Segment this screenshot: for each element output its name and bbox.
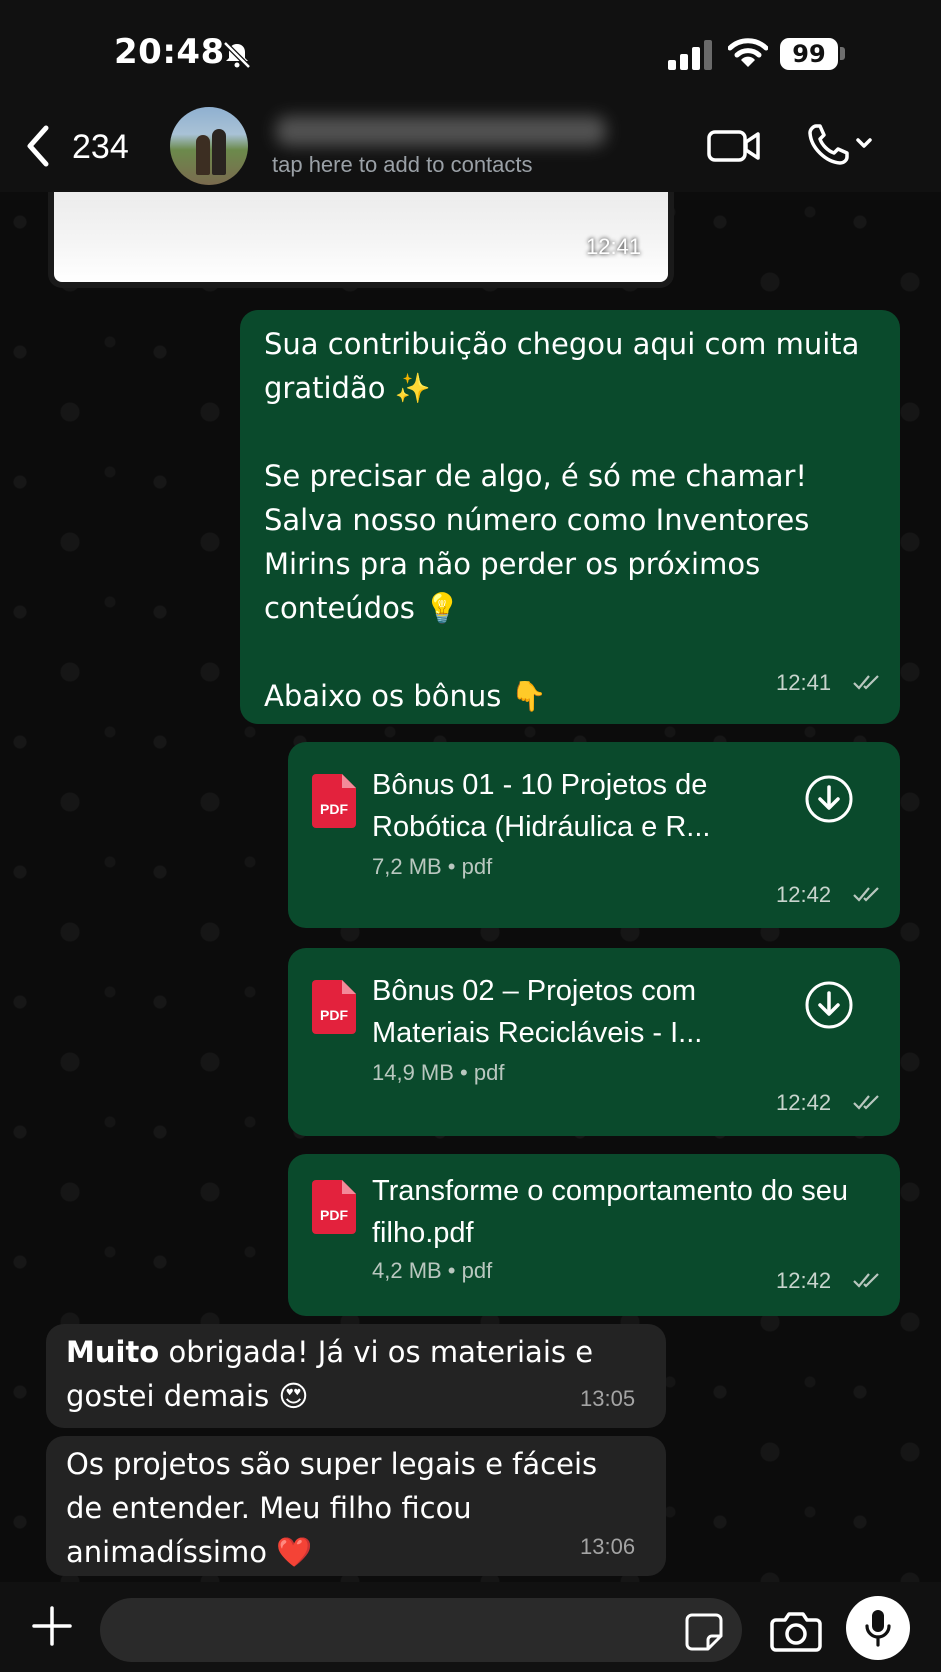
microphone-icon <box>865 1610 891 1647</box>
incoming-message[interactable]: Os projetos são super legais e fáceis de… <box>46 1436 666 1576</box>
read-ticks-icon <box>853 1273 879 1288</box>
cellular-signal-icon <box>668 40 712 70</box>
read-ticks-icon <box>853 887 879 902</box>
unread-count[interactable]: 234 <box>72 128 129 167</box>
document-message[interactable]: PDF Bônus 02 – Projetos com Materiais Re… <box>288 948 900 1136</box>
svg-text:PDF: PDF <box>320 1207 348 1223</box>
plus-icon[interactable] <box>30 1604 74 1648</box>
pdf-file-icon: PDF <box>312 1180 356 1234</box>
message-time: 12:41 <box>776 670 832 695</box>
message-input[interactable] <box>100 1598 742 1662</box>
message-text: Os projetos são super legais e fáceis de… <box>66 1447 598 1569</box>
avatar-figure <box>212 129 226 175</box>
document-meta: 7,2 MB • pdf <box>372 854 493 879</box>
back-chevron-icon[interactable] <box>24 124 52 168</box>
download-icon[interactable] <box>804 774 854 824</box>
contact-subtitle[interactable]: tap here to add to contacts <box>272 152 533 178</box>
message-time: 12:42 <box>776 1268 832 1293</box>
battery-indicator: 99 <box>780 38 838 70</box>
chat-area[interactable]: 12:41 Sua contribuição chegou aqui com m… <box>0 192 941 1582</box>
pdf-file-icon: PDF <box>312 774 356 828</box>
video-call-icon[interactable] <box>706 124 762 168</box>
sticker-icon[interactable] <box>684 1612 724 1652</box>
pdf-file-icon: PDF <box>312 980 356 1034</box>
wifi-icon <box>728 38 768 67</box>
svg-text:PDF: PDF <box>320 801 348 817</box>
incoming-message[interactable]: Muito obrigada! Já vi os materiais e gos… <box>46 1324 666 1428</box>
read-ticks-icon <box>853 675 879 690</box>
status-bar: 20:48 99 <box>0 0 941 100</box>
download-icon[interactable] <box>804 980 854 1030</box>
muted-bell-icon <box>223 41 251 69</box>
document-message[interactable]: PDF Transforme o comportamento do seu fi… <box>288 1154 900 1316</box>
document-title: Bônus 01 - 10 Projetos de Robótica (Hidr… <box>372 769 711 843</box>
message-time: 12:41 <box>586 234 642 259</box>
battery-tip <box>840 47 845 60</box>
status-time: 20:48 <box>114 32 225 72</box>
document-title: Bônus 02 – Projetos com Materiais Recicl… <box>372 975 703 1049</box>
message-text: Muito obrigada! Já vi os materiais e gos… <box>66 1330 646 1418</box>
message-text-bold: Muito <box>66 1335 160 1369</box>
voice-record-button[interactable] <box>846 1596 910 1660</box>
document-message[interactable]: PDF Bônus 01 - 10 Projetos de Robótica (… <box>288 742 900 928</box>
message-time: 13:06 <box>580 1534 636 1559</box>
document-title: Transforme o comportamento do seu filho.… <box>372 1175 849 1249</box>
voice-call-icon[interactable] <box>806 120 874 168</box>
outgoing-message[interactable]: Sua contribuição chegou aqui com muita g… <box>240 310 900 724</box>
camera-icon[interactable] <box>770 1608 822 1652</box>
image-message-card[interactable]: 12:41 <box>48 192 674 288</box>
message-text: Sua contribuição chegou aqui com muita g… <box>264 327 860 713</box>
document-meta: 4,2 MB • pdf <box>372 1258 493 1283</box>
contact-name-blurred[interactable] <box>276 116 606 146</box>
avatar-figure <box>196 135 210 175</box>
contact-avatar[interactable] <box>170 107 248 185</box>
message-time: 12:42 <box>776 882 832 907</box>
svg-text:PDF: PDF <box>320 1007 348 1023</box>
message-time: 13:05 <box>580 1386 636 1411</box>
chat-header: 234 tap here to add to contacts <box>0 100 941 193</box>
document-meta: 14,9 MB • pdf <box>372 1060 505 1085</box>
message-time: 12:42 <box>776 1090 832 1115</box>
composer-bar <box>0 1582 941 1672</box>
read-ticks-icon <box>853 1095 879 1110</box>
